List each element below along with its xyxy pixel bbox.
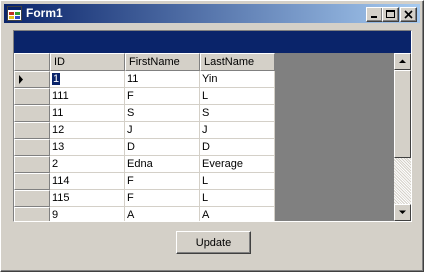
cell-firstname[interactable]: Edna: [125, 156, 200, 173]
cell-id[interactable]: 1: [50, 71, 125, 88]
cell-firstname[interactable]: S: [125, 105, 200, 122]
cell-firstname[interactable]: J: [125, 122, 200, 139]
row-header[interactable]: [14, 190, 50, 207]
scroll-down-button[interactable]: [394, 204, 411, 221]
cell-lastname[interactable]: L: [200, 173, 275, 190]
current-row-arrow-icon: [19, 75, 23, 84]
cell-lastname[interactable]: Yin: [200, 71, 275, 88]
cell-firstname[interactable]: A: [125, 207, 200, 221]
update-button[interactable]: Update: [176, 231, 251, 254]
row-header[interactable]: [14, 139, 50, 156]
row-header[interactable]: [14, 105, 50, 122]
cell-id[interactable]: 115: [50, 190, 125, 207]
cell-lastname[interactable]: D: [200, 139, 275, 156]
cell-lastname[interactable]: A: [200, 207, 275, 221]
cell-lastname[interactable]: Everage: [200, 156, 275, 173]
cell-id[interactable]: 111: [50, 88, 125, 105]
cell-id[interactable]: 2: [50, 156, 125, 173]
cell-id[interactable]: 11: [50, 105, 125, 122]
column-header-id[interactable]: ID: [50, 53, 125, 71]
cell-lastname[interactable]: L: [200, 190, 275, 207]
cell-lastname[interactable]: S: [200, 105, 275, 122]
cell-id[interactable]: 114: [50, 173, 125, 190]
arrow-up-icon: [399, 59, 406, 63]
close-icon: [404, 10, 413, 19]
column-header-firstname[interactable]: FirstName: [125, 53, 200, 71]
minimize-button[interactable]: [366, 7, 383, 22]
row-header[interactable]: [14, 173, 50, 190]
title-bar[interactable]: Form1: [4, 4, 420, 23]
cell-firstname[interactable]: 11: [125, 71, 200, 88]
row-header[interactable]: [14, 207, 50, 221]
selected-cell-text: 1: [52, 73, 61, 85]
cell-id[interactable]: 9: [50, 207, 125, 221]
cell-id[interactable]: 13: [50, 139, 125, 156]
row-header[interactable]: [14, 156, 50, 173]
scrollbar-track[interactable]: [394, 158, 411, 204]
minimize-icon: [371, 16, 377, 18]
cell-firstname[interactable]: F: [125, 88, 200, 105]
cell-id[interactable]: 12: [50, 122, 125, 139]
corner-header[interactable]: [14, 53, 50, 71]
row-header[interactable]: [14, 88, 50, 105]
form-window: Form1 ID FirstName LastName 1 11 Yin 111…: [0, 0, 424, 272]
scrollbar-thumb[interactable]: [394, 70, 411, 158]
row-header[interactable]: [14, 122, 50, 139]
row-header[interactable]: [14, 71, 50, 88]
cell-lastname[interactable]: L: [200, 88, 275, 105]
close-button[interactable]: [400, 7, 417, 22]
cell-lastname[interactable]: J: [200, 122, 275, 139]
maximize-icon: [386, 10, 395, 18]
scroll-up-button[interactable]: [394, 53, 411, 70]
maximize-button[interactable]: [382, 7, 399, 22]
cell-firstname[interactable]: D: [125, 139, 200, 156]
data-grid[interactable]: ID FirstName LastName 1 11 Yin 111 F L 1…: [13, 30, 412, 222]
arrow-down-icon: [399, 210, 406, 214]
cell-firstname[interactable]: F: [125, 173, 200, 190]
window-title: Form1: [26, 6, 63, 20]
app-icon: [7, 6, 22, 21]
vertical-scrollbar[interactable]: [394, 53, 411, 221]
grid-caption-bar: [14, 31, 411, 53]
column-header-lastname[interactable]: LastName: [200, 53, 275, 71]
cell-firstname[interactable]: F: [125, 190, 200, 207]
